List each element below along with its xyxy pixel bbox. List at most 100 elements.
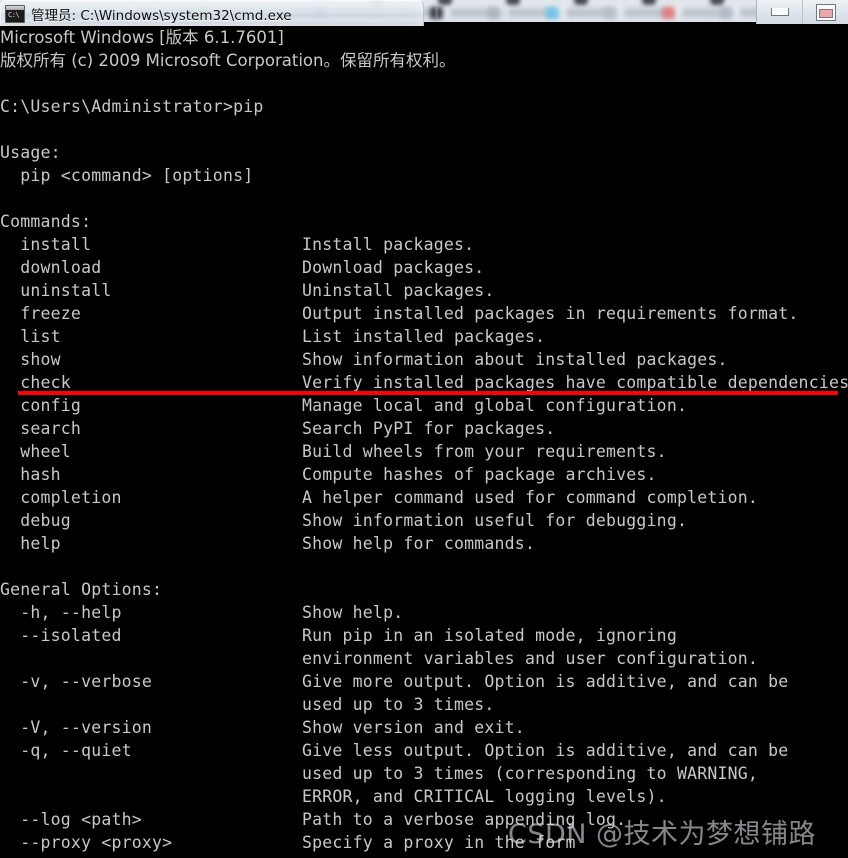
- terminal-line: --proxy <proxy> Specify a proxy in the fo…: [0, 831, 848, 854]
- terminal-line-left: 版权所有 (c) 2009 Microsoft Corporation。保留所有…: [0, 51, 456, 70]
- caret-icon: [438, 0, 452, 5]
- terminal-line: list List installed packages.: [0, 325, 848, 348]
- caret-icon: [574, 0, 588, 5]
- red-annotation-underline: [18, 391, 838, 395]
- terminal-line-right: Show help for commands.: [302, 534, 536, 553]
- background-separator: [436, 4, 437, 18]
- terminal-line-left: -h, --help: [0, 603, 122, 622]
- terminal-line: Microsoft Windows [版本 6.1.7601]: [0, 26, 848, 49]
- terminal-line-right: Build wheels from your requirements.: [302, 442, 667, 461]
- terminal-line-left: debug: [0, 511, 71, 530]
- terminal-line: -h, --help Show help.: [0, 601, 848, 624]
- cmd-icon: C:\: [5, 4, 25, 23]
- terminal-line: C:\Users\Administrator>pip: [0, 95, 848, 118]
- terminal-line: config Manage local and global configurat…: [0, 394, 848, 417]
- terminal-line: General Options:: [0, 578, 848, 601]
- terminal-line: install Install packages.: [0, 233, 848, 256]
- terminal-line-right: Install packages.: [302, 235, 475, 254]
- terminal-line: search Search PyPI for packages.: [0, 417, 848, 440]
- terminal-line-right: List installed packages.: [302, 327, 546, 346]
- terminal-line-right: used up to 3 times.: [302, 695, 495, 714]
- terminal-line: show Show information about installed pac…: [0, 348, 848, 371]
- terminal-line-left: freeze: [0, 304, 82, 323]
- terminal-line: used up to 3 times.: [0, 693, 848, 716]
- background-separator: [708, 4, 709, 18]
- terminal-line-right: Compute hashes of package archives.: [302, 465, 657, 484]
- terminal-line-left: help: [0, 534, 61, 553]
- terminal-line-right: Give less output. Option is additive, an…: [302, 741, 789, 760]
- terminal-line-left: Microsoft Windows [版本 6.1.7601]: [0, 28, 284, 47]
- maximize-icon: [815, 3, 836, 21]
- terminal-line-right: Run pip in an isolated mode, ignoring: [302, 626, 677, 645]
- window-title: 管理员: C:\Windows\system32\cmd.exe: [31, 7, 292, 24]
- window-controls: [756, 0, 848, 24]
- terminal-line: freeze Output installed packages in requi…: [0, 302, 848, 325]
- terminal-line-left: --proxy <proxy>: [0, 833, 173, 852]
- terminal-line-left: hash: [0, 465, 61, 484]
- terminal-line-left: wheel: [0, 442, 71, 461]
- terminal-line: uninstall Uninstall packages.: [0, 279, 848, 302]
- maximize-button[interactable]: [802, 0, 848, 24]
- terminal-line: -v, --verbose Give more output. Option is…: [0, 670, 848, 693]
- window-titlebar[interactable]: C:\ 管理员: C:\Windows\system32\cmd.exe: [0, 0, 424, 26]
- terminal-line-left: --isolated: [0, 626, 122, 645]
- terminal-line: wheel Build wheels from your requirements…: [0, 440, 848, 463]
- terminal-line-left: search: [0, 419, 82, 438]
- terminal-output[interactable]: Microsoft Windows [版本 6.1.7601] 版权所有 (c) …: [0, 26, 848, 858]
- terminal-line-left: config: [0, 396, 82, 415]
- terminal-line: completion A helper command used for comm…: [0, 486, 848, 509]
- terminal-line: Commands:: [0, 210, 848, 233]
- terminal-line-right: Show information useful for debugging.: [302, 511, 688, 530]
- cmd-icon-prompt: C:\: [8, 10, 20, 19]
- terminal-line: Usage:: [0, 141, 848, 164]
- terminal-line-left: C:\Users\Administrator>pip: [0, 97, 264, 116]
- terminal-line: pip <command> [options]: [0, 164, 848, 187]
- terminal-line: debug Show information useful for debuggi…: [0, 509, 848, 532]
- minimize-button[interactable]: [756, 0, 802, 24]
- terminal-line-right: Output installed packages in requirement…: [302, 304, 799, 323]
- terminal-line-left: -V, --version: [0, 718, 153, 737]
- terminal-line-left: list: [0, 327, 61, 346]
- screen: C:\ 管理员: C:\Windows\system32\cmd.exe Mic…: [0, 0, 848, 858]
- terminal-line-left: pip <command> [options]: [0, 166, 254, 185]
- caret-icon: [506, 0, 520, 5]
- terminal-line-left: Commands:: [0, 212, 92, 231]
- terminal-line-right: ERROR, and CRITICAL logging levels).: [302, 787, 667, 806]
- terminal-line-right: Show help.: [302, 603, 404, 622]
- terminal-line-right: Manage local and global configuration.: [302, 396, 688, 415]
- terminal-line-left: download: [0, 258, 102, 277]
- terminal-line: hash Compute hashes of package archives.: [0, 463, 848, 486]
- terminal-line: --isolated Run pip in an isolated mode, i…: [0, 624, 848, 647]
- terminal-line-right: Search PyPI for packages.: [302, 419, 556, 438]
- terminal-line-left: -q, --quiet: [0, 741, 132, 760]
- caret-icon: [642, 0, 656, 5]
- minimize-icon: [770, 8, 789, 16]
- terminal-line-right: Uninstall packages.: [302, 281, 495, 300]
- terminal-line: -V, --version Show version and exit.: [0, 716, 848, 739]
- terminal-line: -q, --quiet Give less output. Option is a…: [0, 739, 848, 762]
- terminal-line: 版权所有 (c) 2009 Microsoft Corporation。保留所有…: [0, 49, 848, 72]
- terminal-line-left: completion: [0, 488, 122, 507]
- terminal-line: help Show help for commands.: [0, 532, 848, 555]
- background-separator: [640, 4, 641, 18]
- terminal-line-left: --log <path>: [0, 810, 142, 829]
- terminal-line-left: Usage:: [0, 143, 61, 162]
- terminal-line-left: -v, --verbose: [0, 672, 153, 691]
- terminal-line-left: install: [0, 235, 92, 254]
- terminal-line: download Download packages.: [0, 256, 848, 279]
- terminal-line: used up to 3 times (corresponding to WAR…: [0, 762, 848, 785]
- terminal-line-left: General Options:: [0, 580, 163, 599]
- terminal-line-right: Show information about installed package…: [302, 350, 728, 369]
- terminal-line-right: Download packages.: [302, 258, 485, 277]
- terminal-line-right: Specify a proxy in the form: [302, 833, 576, 852]
- caret-icon: [710, 0, 724, 5]
- terminal-line-right: Path to a verbose appending log.: [302, 810, 627, 829]
- terminal-line-left: show: [0, 350, 61, 369]
- terminal-line-right: Give more output. Option is additive, an…: [302, 672, 789, 691]
- terminal-line-left: uninstall: [0, 281, 112, 300]
- terminal-line-right: used up to 3 times (corresponding to WAR…: [302, 764, 759, 783]
